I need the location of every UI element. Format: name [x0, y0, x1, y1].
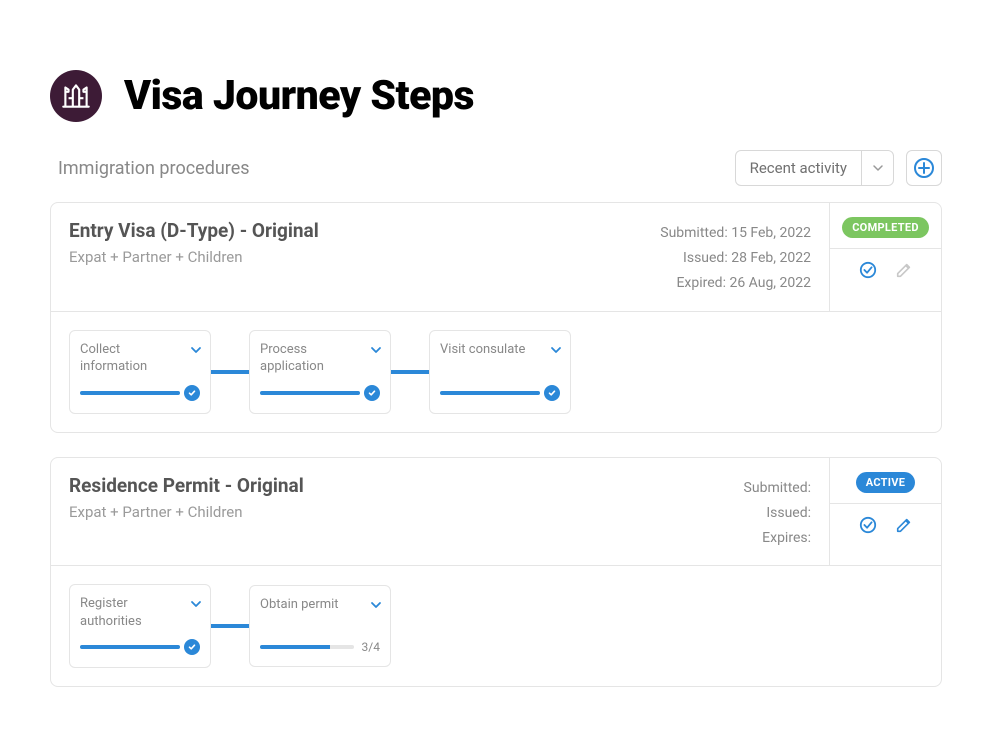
step-box[interactable]: Process application	[249, 330, 391, 414]
step-box[interactable]: Register authorities	[69, 584, 211, 668]
card-side: ACTIVE	[829, 458, 941, 566]
step-progress-text: 3/4	[362, 640, 380, 654]
date-value: 28 Feb, 2022	[731, 250, 811, 266]
date-label: Submitted:	[744, 480, 811, 496]
pencil-icon	[895, 261, 913, 279]
step-progress	[80, 385, 200, 401]
subheader: Immigration procedures Recent activity	[58, 150, 942, 186]
edit-button	[895, 261, 913, 283]
step-label: Collect information	[80, 341, 200, 377]
step-done-icon	[184, 385, 200, 401]
date-label: Expires:	[762, 530, 811, 546]
procedure-card: Entry Visa (D-Type) - Original Expat + Pa…	[50, 202, 942, 433]
card-body: Collect information Process application Vi…	[51, 312, 941, 432]
card-title: Entry Visa (D-Type) - Original	[69, 219, 319, 242]
step-progress	[260, 385, 380, 401]
date-label: Submitted:	[660, 225, 727, 241]
date-label: Issued:	[683, 250, 728, 266]
check-circle-icon[interactable]	[859, 516, 877, 538]
add-button[interactable]	[906, 150, 942, 186]
card-header: Entry Visa (D-Type) - Original Expat + Pa…	[51, 203, 941, 312]
step-label: Process application	[260, 341, 380, 377]
chevron-down-icon	[550, 341, 562, 360]
chevron-down-icon	[190, 595, 202, 614]
card-dates: Submitted: Issued: Expires:	[744, 474, 811, 552]
filter-select-label: Recent activity	[736, 151, 861, 185]
status-badge: ACTIVE	[856, 472, 916, 493]
chevron-down-icon	[370, 596, 382, 615]
pencil-icon	[895, 516, 913, 534]
towers-icon	[59, 79, 93, 113]
step-label: Register authorities	[80, 595, 200, 631]
logo	[50, 70, 102, 122]
date-value: 26 Aug, 2022	[729, 275, 811, 291]
step-done-icon	[184, 639, 200, 655]
page-title: Visa Journey Steps	[124, 72, 474, 120]
plus-circle-icon	[913, 157, 935, 179]
step-progress: 3/4	[260, 640, 380, 654]
card-header: Residence Permit - Original Expat + Partn…	[51, 458, 941, 567]
date-row: Expires:	[744, 526, 811, 551]
card-subtitle: Expat + Partner + Children	[69, 503, 304, 521]
chevron-down-icon	[370, 341, 382, 360]
edit-button[interactable]	[895, 516, 913, 538]
card-subtitle: Expat + Partner + Children	[69, 248, 319, 266]
step-connector	[211, 370, 249, 374]
step-box[interactable]: Obtain permit 3/4	[249, 585, 391, 667]
step-progress	[440, 385, 560, 401]
step-box[interactable]: Collect information	[69, 330, 211, 414]
chevron-down-icon	[861, 151, 893, 185]
step-done-icon	[364, 385, 380, 401]
card-side: COMPLETED	[829, 203, 941, 311]
filter-select[interactable]: Recent activity	[735, 150, 894, 186]
step-box[interactable]: Visit consulate	[429, 330, 571, 414]
date-row: Submitted: 15 Feb, 2022	[660, 221, 811, 246]
date-row: Issued: 28 Feb, 2022	[660, 246, 811, 271]
chevron-down-icon	[190, 341, 202, 360]
step-progress	[80, 639, 200, 655]
date-label: Expired:	[676, 275, 726, 291]
date-row: Expired: 26 Aug, 2022	[660, 271, 811, 296]
card-body: Register authorities Obtain permit 3/4	[51, 566, 941, 686]
date-label: Issued:	[766, 505, 811, 521]
date-row: Submitted:	[744, 476, 811, 501]
check-circle-icon[interactable]	[859, 261, 877, 283]
step-connector	[391, 370, 429, 374]
step-done-icon	[544, 385, 560, 401]
step-connector	[211, 624, 249, 628]
card-title: Residence Permit - Original	[69, 474, 304, 497]
status-badge: COMPLETED	[842, 217, 929, 238]
step-label: Visit consulate	[440, 341, 560, 377]
card-dates: Submitted: 15 Feb, 2022Issued: 28 Feb, 2…	[660, 219, 811, 297]
procedure-card: Residence Permit - Original Expat + Partn…	[50, 457, 942, 688]
date-row: Issued:	[744, 501, 811, 526]
date-value: 15 Feb, 2022	[731, 225, 811, 241]
page-header: Visa Journey Steps	[50, 70, 942, 122]
step-label: Obtain permit	[260, 596, 380, 632]
subtitle: Immigration procedures	[58, 158, 723, 179]
